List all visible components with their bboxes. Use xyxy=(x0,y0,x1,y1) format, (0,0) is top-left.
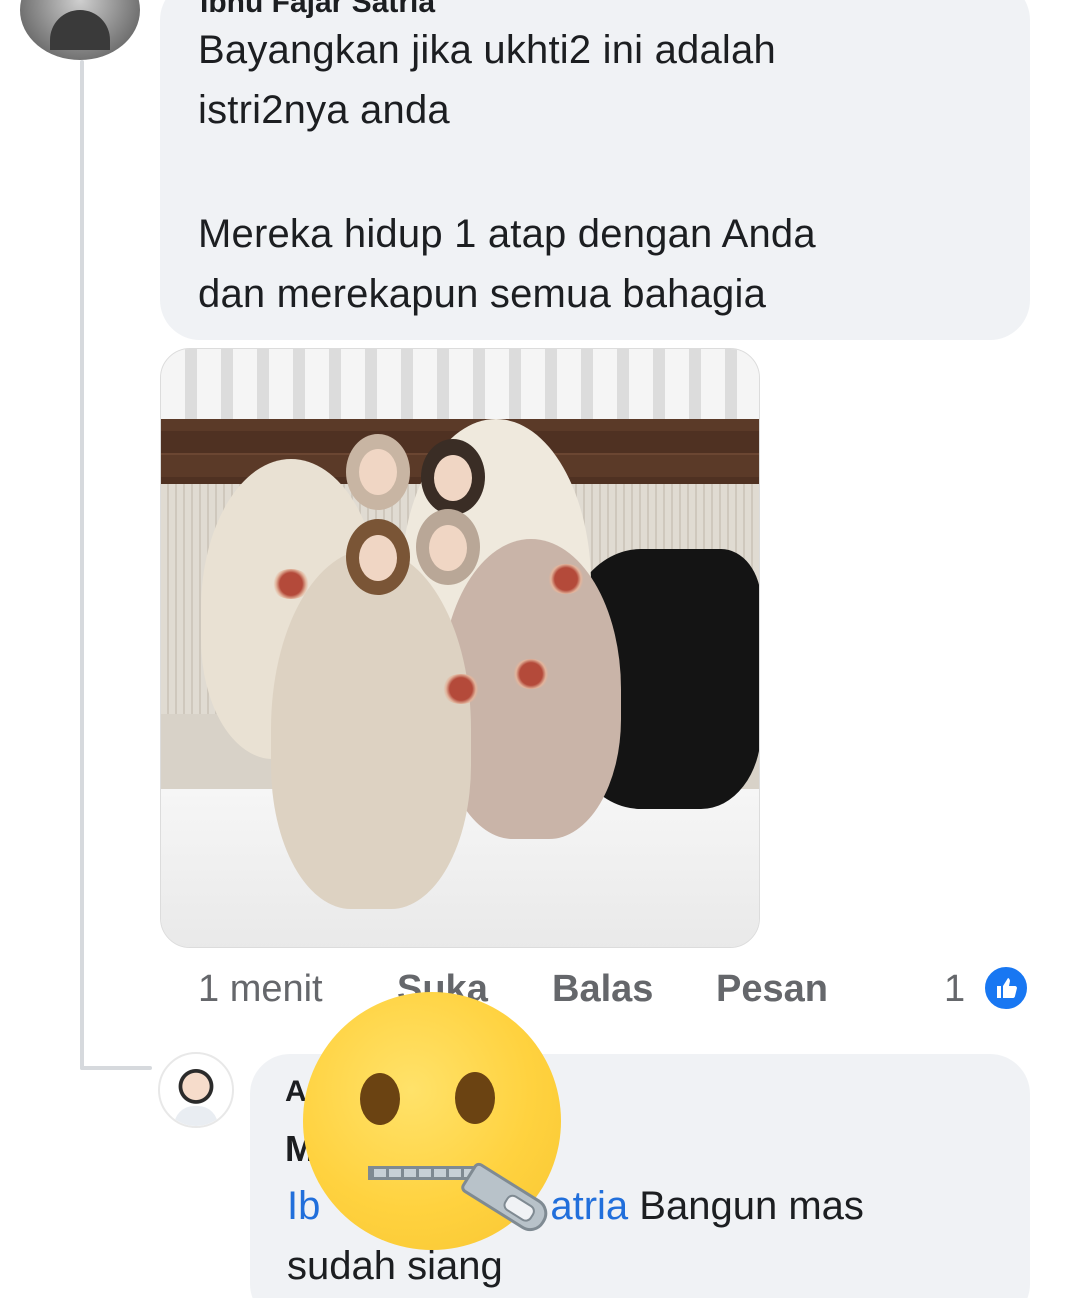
message-button[interactable]: Pesan xyxy=(716,968,828,1011)
photo-rose-pattern xyxy=(546,564,586,594)
mention-link[interactable]: Ib xyxy=(287,1184,320,1228)
comment-text-line-1: Bayangkan jika ukhti2 ini adalah xyxy=(198,28,776,72)
photo-face xyxy=(429,525,467,571)
photo-curtain xyxy=(161,349,759,419)
thumbs-up-icon[interactable] xyxy=(982,964,1030,1012)
comment-photo[interactable] xyxy=(160,348,760,948)
photo-rose-pattern xyxy=(441,674,481,704)
photo-face xyxy=(359,535,397,581)
comment-text-line-2: istri2nya anda xyxy=(198,88,450,132)
reply-text-line-2: sudah siang xyxy=(287,1244,503,1288)
comment-text-line-3: Mereka hidup 1 atap dengan Anda xyxy=(198,212,816,256)
mention-link-tail[interactable]: atria xyxy=(550,1184,628,1228)
photo-rose-pattern xyxy=(271,569,311,599)
emoji-zipper xyxy=(368,1166,478,1180)
thread-connector-branch xyxy=(80,1066,152,1070)
thumbs-up-glyph xyxy=(997,978,1017,998)
reply-text: Bangun mas xyxy=(639,1184,864,1228)
photo-face xyxy=(359,449,397,495)
comment-author-name[interactable]: Ibnu Fajar Satria xyxy=(200,0,435,20)
emoji-right-eye xyxy=(455,1072,495,1124)
commenter-avatar[interactable] xyxy=(20,0,140,60)
thread-connector-line xyxy=(80,60,84,1070)
photo-rose-pattern xyxy=(511,659,551,689)
photo-person xyxy=(271,549,471,909)
reaction-count[interactable]: 1 xyxy=(944,968,965,1011)
comment-timestamp: 1 menit xyxy=(198,968,323,1010)
reply-button[interactable]: Balas xyxy=(552,968,653,1011)
emoji-left-eye xyxy=(360,1073,400,1125)
reply-author-avatar[interactable] xyxy=(158,1052,234,1128)
photo-face xyxy=(434,455,472,501)
comment-text-line-4: dan merekapun semua bahagia xyxy=(198,272,767,316)
